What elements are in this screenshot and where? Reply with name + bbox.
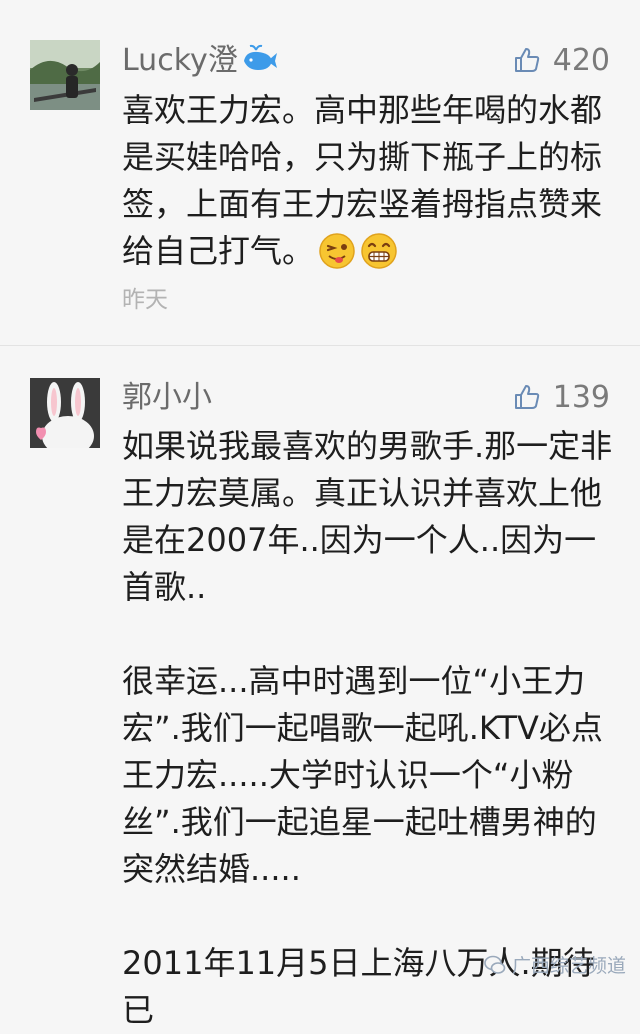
timestamp: 昨天 [122, 287, 168, 313]
avatar[interactable] [30, 378, 100, 448]
comment-paragraph: 如果说我最喜欢的男歌手.那一定非 王力宏莫属。真正认识并喜欢上他 是在2007年… [122, 427, 613, 606]
comment-text: 喜欢王力宏。高中那些年喝的水都 是买娃哈哈，只为撕下瓶子上的标 签，上面有王力宏… [122, 91, 603, 270]
wechat-icon [484, 955, 506, 974]
username[interactable]: 郭小小 [122, 378, 212, 418]
whale-icon [243, 44, 277, 70]
thumbs-up-icon [514, 48, 539, 72]
username[interactable]: Lucky澄 [122, 41, 278, 81]
comment-text: 如果说我最喜欢的男歌手.那一定非 王力宏莫属。真正认识并喜欢上他 是在2007年… [122, 423, 617, 1034]
watermark: 广西综艺频道 [484, 951, 626, 978]
like-count: 420 [552, 42, 610, 78]
avatar[interactable] [30, 40, 100, 110]
like-button[interactable]: 420 [513, 40, 610, 80]
like-button[interactable]: 139 [513, 377, 610, 417]
grin-emoji [361, 233, 397, 269]
wink-tongue-emoji [319, 233, 355, 269]
like-count: 139 [552, 379, 610, 415]
comment-paragraph: 很幸运...高中时遇到一位“小王力 宏”.我们一起唱歌一起吼.KTV必点 王力宏… [122, 662, 603, 888]
divider [0, 345, 640, 346]
thumbs-up-icon [514, 385, 539, 409]
